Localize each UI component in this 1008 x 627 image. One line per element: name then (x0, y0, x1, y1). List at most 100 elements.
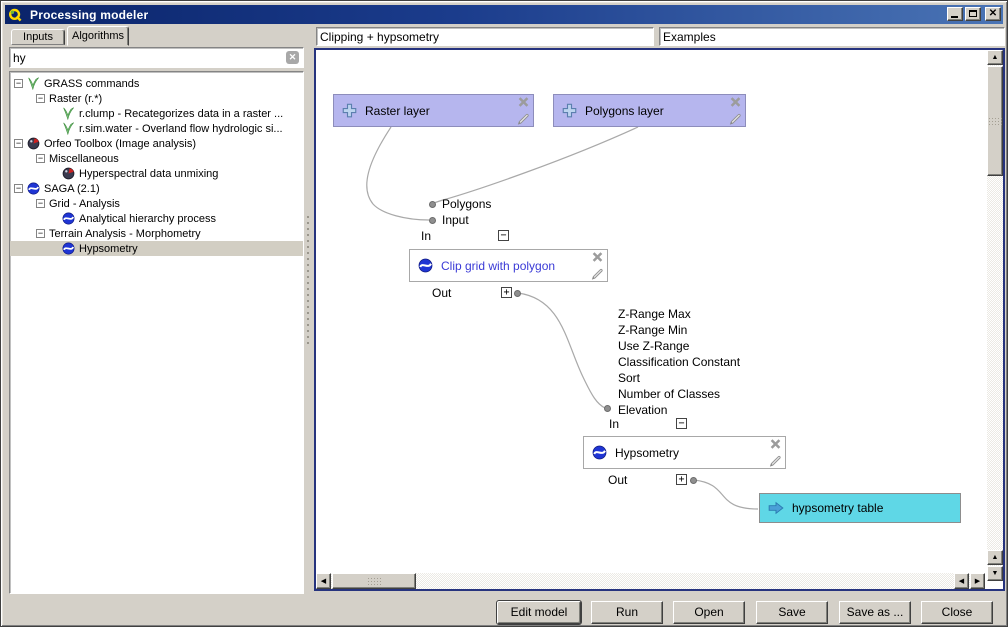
port-dot-hyps-out[interactable] (690, 477, 697, 484)
qgis-app-icon (8, 8, 22, 22)
output-node-hypsometry-table[interactable]: hypsometry table (759, 493, 961, 523)
orfeo-icon (27, 137, 40, 150)
orfeo-icon (62, 167, 75, 180)
saga-icon (62, 242, 75, 255)
saga-icon (592, 445, 607, 460)
port-dot-input[interactable] (429, 217, 436, 224)
collapse-toggle[interactable]: − (14, 184, 23, 193)
port-label-input: Input (442, 213, 469, 227)
tree-item-raster-group[interactable]: − Raster (r.*) (10, 91, 303, 106)
collapse-toggle[interactable]: − (36, 199, 45, 208)
input-node-raster-layer[interactable]: Raster layer (333, 94, 534, 127)
arrow-up-icon: ▲ (988, 551, 1002, 564)
tree-item-r-sim-water[interactable]: r.sim.water - Overland flow hydrologic s… (10, 121, 303, 136)
tree-item-analytical-hierarchy[interactable]: Analytical hierarchy process (10, 211, 303, 226)
tree-item-hypsometry[interactable]: Hypsometry (10, 241, 303, 256)
run-button[interactable]: Run (591, 601, 663, 624)
param-label: Z-Range Min (618, 323, 687, 337)
canvas-vertical-scrollbar[interactable]: ▲ ▲ ▼ (987, 50, 1003, 581)
param-label: Elevation (618, 403, 667, 417)
hyps-out-expand-toggle[interactable]: + (676, 474, 687, 485)
arrow-left-icon: ◀ (955, 574, 968, 588)
thumb-grip (367, 577, 381, 585)
input-node-polygons-layer[interactable]: Polygons layer (553, 94, 746, 127)
search-input[interactable] (13, 50, 273, 65)
clear-search-icon[interactable]: ✕ (286, 51, 299, 64)
vertical-scroll-thumb[interactable] (987, 66, 1003, 176)
delete-node-icon[interactable] (517, 96, 530, 108)
edit-node-icon[interactable] (591, 268, 604, 280)
maximize-icon (969, 10, 977, 17)
clip-in-collapse-toggle[interactable]: − (498, 230, 509, 241)
close-button[interactable]: ✕ (985, 7, 1001, 21)
tree-item-saga[interactable]: − SAGA (2.1) (10, 181, 303, 196)
delete-node-icon[interactable] (591, 251, 604, 263)
collapse-toggle[interactable]: − (36, 229, 45, 238)
collapse-toggle[interactable]: − (14, 79, 23, 88)
delete-node-icon[interactable] (769, 438, 782, 450)
clip-out-expand-toggle[interactable]: + (501, 287, 512, 298)
collapse-toggle[interactable]: − (36, 94, 45, 103)
tree-item-grass-commands[interactable]: − GRASS commands (10, 76, 303, 91)
plus-input-icon (342, 103, 357, 118)
tree-item-orfeo-toolbox[interactable]: − Orfeo Toolbox (Image analysis) (10, 136, 303, 151)
arrow-right-icon: ▶ (971, 574, 984, 588)
tree-item-grid-analysis[interactable]: − Grid - Analysis (10, 196, 303, 211)
canvas-horizontal-scrollbar[interactable]: ◀ ◀ ▶ (316, 573, 985, 589)
panel-splitter[interactable] (305, 216, 310, 346)
port-dot-polygons[interactable] (429, 201, 436, 208)
output-arrow-icon (768, 501, 784, 515)
port-dot-elevation[interactable] (604, 405, 611, 412)
tab-inputs[interactable]: Inputs (11, 29, 65, 45)
save-button[interactable]: Save (756, 601, 828, 624)
close-dialog-button[interactable]: Close (921, 601, 993, 624)
model-name-field (316, 27, 654, 46)
processing-modeler-window: Processing modeler ✕ Inputs Algorithms ✕… (0, 0, 1008, 627)
scroll-right-button[interactable]: ▶ (970, 573, 985, 589)
title-bar[interactable]: Processing modeler ✕ (5, 5, 1003, 24)
horizontal-scroll-thumb[interactable] (332, 573, 416, 589)
tree-item-hyperspectral-unmixing[interactable]: Hyperspectral data unmixing (10, 166, 303, 181)
algorithm-search-box: ✕ (9, 47, 304, 68)
collapse-toggle[interactable]: − (36, 154, 45, 163)
maximize-button[interactable] (965, 7, 981, 21)
model-group-input[interactable] (663, 29, 1001, 44)
model-canvas[interactable]: Raster layer Polygons layer Polygons Inp… (314, 48, 1005, 591)
tree-item-miscellaneous[interactable]: − Miscellaneous (10, 151, 303, 166)
edit-model-help-button[interactable]: Edit model help (497, 601, 581, 624)
delete-node-icon[interactable] (729, 96, 742, 108)
minimize-icon (951, 16, 958, 18)
thumb-grip (988, 117, 1002, 125)
port-label-polygons: Polygons (442, 197, 491, 211)
hyps-out-label: Out (608, 473, 627, 487)
model-name-input[interactable] (320, 29, 650, 44)
edit-node-icon[interactable] (769, 455, 782, 467)
scroll-up-button-2[interactable]: ▲ (987, 550, 1003, 565)
edit-node-icon[interactable] (517, 113, 530, 125)
algorithm-node-clip-grid[interactable]: Clip grid with polygon (409, 249, 608, 282)
grass-icon (27, 77, 40, 90)
param-label: Number of Classes (618, 387, 720, 401)
collapse-toggle[interactable]: − (14, 139, 23, 148)
edit-node-icon[interactable] (729, 113, 742, 125)
save-as-button[interactable]: Save as ... (839, 601, 911, 624)
tree-item-terrain-morphometry[interactable]: − Terrain Analysis - Morphometry (10, 226, 303, 241)
tab-algorithms[interactable]: Algorithms (67, 26, 129, 46)
window-title: Processing modeler (30, 8, 148, 22)
hyps-in-collapse-toggle[interactable]: − (676, 418, 687, 429)
scroll-left-button[interactable]: ◀ (316, 573, 331, 589)
clip-in-label: In (421, 229, 431, 243)
param-label: Z-Range Max (618, 307, 691, 321)
param-label: Sort (618, 371, 640, 385)
port-dot-clip-out[interactable] (514, 290, 521, 297)
scroll-left-button-2[interactable]: ◀ (954, 573, 969, 589)
algorithms-tree[interactable]: − GRASS commands − Raster (r.*) r.clump … (9, 71, 304, 594)
minimize-button[interactable] (947, 7, 963, 21)
scroll-up-button[interactable]: ▲ (987, 50, 1003, 65)
model-group-field (659, 27, 1005, 46)
algorithm-node-hypsometry[interactable]: Hypsometry (583, 436, 786, 469)
scroll-down-button[interactable]: ▼ (987, 566, 1003, 581)
open-button[interactable]: Open (673, 601, 745, 624)
clip-out-label: Out (432, 286, 451, 300)
tree-item-r-clump[interactable]: r.clump - Recategorizes data in a raster… (10, 106, 303, 121)
